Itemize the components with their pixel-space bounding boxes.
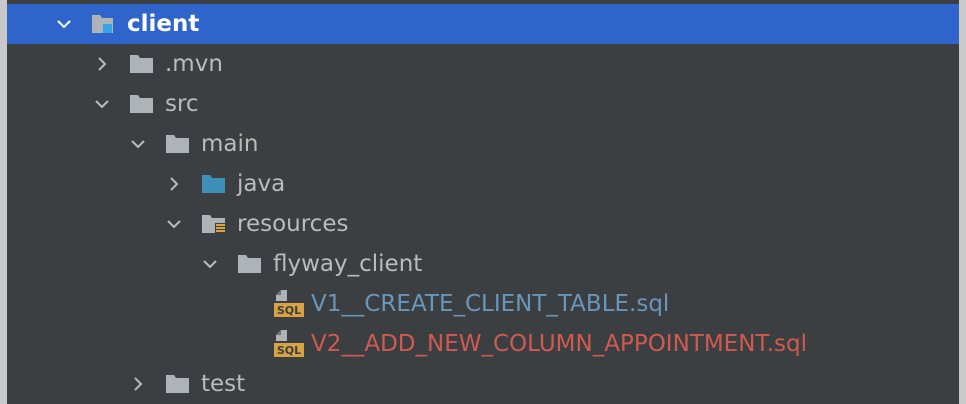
folder-icon [165, 373, 191, 395]
folder-icon [129, 93, 155, 115]
tree-item-test[interactable]: test [7, 364, 959, 404]
sql-file-icon: SQL [273, 329, 305, 359]
tree-item-label: src [165, 91, 199, 117]
tree-item-label: V1__CREATE_CLIENT_TABLE.sql [311, 291, 670, 317]
tree-item-src[interactable]: src [7, 84, 959, 124]
tree-item-mvn[interactable]: .mvn [7, 44, 959, 84]
svg-text:SQL: SQL [277, 344, 301, 357]
tree-item-main[interactable]: main [7, 124, 959, 164]
tree-item-label: main [201, 131, 259, 157]
folder-icon [165, 133, 191, 155]
tree-item-resources[interactable]: resources [7, 204, 959, 244]
chevron-right-icon[interactable] [129, 375, 147, 393]
tree-item-flyway-client[interactable]: flyway_client [7, 244, 959, 284]
svg-text:SQL: SQL [277, 304, 301, 317]
source-folder-icon [201, 173, 227, 195]
tree-item-label: java [237, 171, 286, 197]
sql-file-icon: SQL [273, 289, 305, 319]
chevron-right-icon[interactable] [165, 175, 183, 193]
tree-item-label: V2__ADD_NEW_COLUMN_APPOINTMENT.sql [311, 331, 808, 357]
tree-item-label: client [127, 11, 200, 37]
resources-folder-icon [201, 213, 227, 235]
chevron-down-icon[interactable] [201, 255, 219, 273]
chevron-down-icon[interactable] [55, 15, 73, 33]
tree-item-v1-sql[interactable]: SQL V1__CREATE_CLIENT_TABLE.sql [7, 284, 959, 324]
module-folder-icon [91, 13, 117, 35]
project-tree-panel: client .mvn src main java resources flyw… [7, 0, 959, 404]
tree-item-v2-sql[interactable]: SQL V2__ADD_NEW_COLUMN_APPOINTMENT.sql [7, 324, 959, 364]
tree-item-java[interactable]: java [7, 164, 959, 204]
chevron-down-icon[interactable] [93, 95, 111, 113]
folder-icon [237, 253, 263, 275]
tree-item-label: flyway_client [273, 251, 423, 277]
folder-icon [129, 53, 155, 75]
tree-item-label: test [201, 371, 246, 397]
tree-item-label: .mvn [165, 51, 223, 77]
tree-item-label: resources [237, 211, 349, 237]
tree-item-client[interactable]: client [7, 4, 959, 44]
chevron-down-icon[interactable] [129, 135, 147, 153]
chevron-down-icon[interactable] [165, 215, 183, 233]
chevron-right-icon[interactable] [93, 55, 111, 73]
